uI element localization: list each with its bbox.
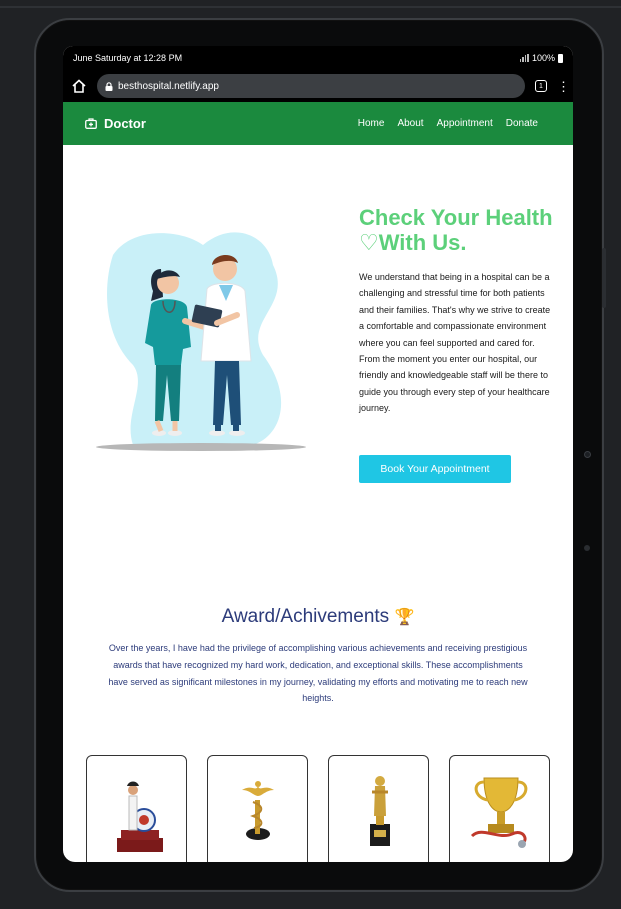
url-text: besthospital.netlify.app bbox=[118, 80, 219, 92]
url-field[interactable]: besthospital.netlify.app bbox=[97, 74, 525, 98]
browser-toolbar: besthospital.netlify.app 1 ⋮ bbox=[63, 70, 573, 102]
battery-icon bbox=[558, 53, 563, 63]
awards-heading: Award/Achivements 🏆 bbox=[221, 606, 415, 627]
gold-cup-stethoscope-trophy-icon bbox=[470, 777, 528, 848]
trophy-icon: 🏆 bbox=[394, 609, 415, 626]
caduceus-trophy-icon bbox=[242, 781, 274, 840]
window-top-edge bbox=[0, 6, 621, 8]
hero-title: Check Your Health ♡With Us. bbox=[359, 205, 553, 255]
signal-icon bbox=[519, 54, 529, 62]
heart-icon: ♡ bbox=[359, 230, 379, 255]
device-screen: June Saturday at 12:28 PM 100% besthospi… bbox=[63, 46, 573, 862]
lock-icon bbox=[105, 81, 113, 91]
brand-name: Doctor bbox=[104, 116, 146, 131]
nav-link-appointment[interactable]: Appointment bbox=[437, 118, 493, 129]
nav-link-donate[interactable]: Donate bbox=[506, 118, 538, 129]
battery-percent: 100% bbox=[531, 53, 555, 63]
hero-description: We understand that being in a hospital c… bbox=[359, 272, 551, 414]
status-bar: June Saturday at 12:28 PM 100% bbox=[63, 46, 573, 70]
award-card bbox=[86, 755, 187, 862]
tablet-side-sensor bbox=[584, 545, 590, 551]
home-icon[interactable] bbox=[71, 78, 87, 94]
nav-link-about[interactable]: About bbox=[397, 118, 423, 129]
award-card bbox=[328, 755, 429, 862]
book-appointment-button[interactable]: Book Your Appointment bbox=[359, 455, 511, 483]
awards-description: Over the years, I have had the privilege… bbox=[108, 643, 528, 704]
hero-section: Check Your Health ♡With Us. We understan… bbox=[63, 145, 573, 545]
status-time: June Saturday at 12:28 PM bbox=[73, 53, 183, 63]
tab-switcher-icon[interactable]: 1 bbox=[535, 80, 547, 92]
doctors-illustration bbox=[96, 232, 306, 451]
site-navbar: Doctor Home About Appointment Donate bbox=[63, 102, 573, 145]
tablet-side-sensor bbox=[584, 451, 591, 458]
oscar-statue-trophy-icon bbox=[370, 776, 390, 846]
more-menu-icon[interactable]: ⋮ bbox=[557, 80, 570, 93]
award-card bbox=[207, 755, 308, 862]
award-card bbox=[449, 755, 550, 862]
tablet-side-button bbox=[602, 248, 606, 308]
medical-kit-icon bbox=[85, 118, 97, 129]
doctor-statue-trophy-icon bbox=[117, 781, 163, 852]
brand-logo[interactable]: Doctor bbox=[85, 116, 146, 131]
nav-link-home[interactable]: Home bbox=[358, 118, 385, 129]
